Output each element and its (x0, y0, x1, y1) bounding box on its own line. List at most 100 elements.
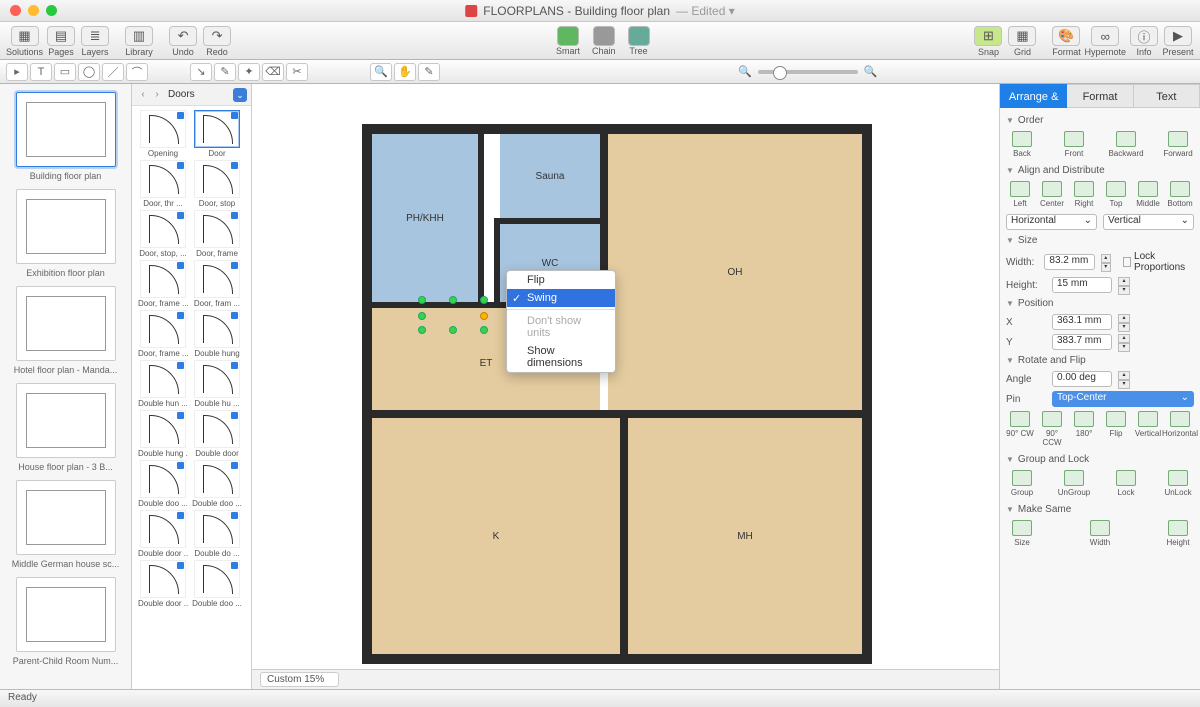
lib-shape[interactable]: Door, stop, ... (136, 210, 190, 258)
selected-door-shape[interactable] (422, 300, 484, 330)
lib-shape[interactable]: Door, thr ... (136, 160, 190, 208)
section-order[interactable]: Order (1006, 112, 1194, 129)
callout-tool[interactable]: ✎ (214, 63, 236, 81)
rotate-horizontal[interactable]: Horizontal (1166, 411, 1194, 447)
eyedropper-tool[interactable]: ✎ (418, 63, 440, 81)
order-back[interactable]: Back (1006, 131, 1038, 158)
lib-shape[interactable]: Double hun ... (136, 360, 190, 408)
canvas[interactable]: PH/KHH Sauna WC OH ET K MH (252, 84, 1000, 689)
angle-stepper[interactable]: ▴▾ (1118, 371, 1130, 387)
grp-group[interactable]: Group (1006, 470, 1038, 497)
page-thumb[interactable] (16, 577, 116, 652)
line-tool[interactable]: ／ (102, 63, 124, 81)
ctx-show-dimensions[interactable]: Show dimensions (507, 342, 615, 372)
rotate-90-cw[interactable]: 90° CW (1006, 411, 1034, 447)
distribute-vertical-select[interactable]: Vertical (1103, 214, 1194, 230)
lib-shape[interactable]: Opening (136, 110, 190, 158)
lib-shape[interactable]: Door, frame ... (136, 310, 190, 358)
lib-shape[interactable]: Door, stop (190, 160, 244, 208)
lib-shape[interactable]: Door, frame ... (136, 260, 190, 308)
lib-title[interactable]: Doors (164, 89, 233, 100)
lib-shape[interactable]: Door (190, 110, 244, 158)
room-sauna[interactable]: Sauna (500, 134, 600, 218)
order-forward[interactable]: Forward (1162, 131, 1194, 158)
lib-shape[interactable]: Double door ... (136, 560, 190, 608)
lib-shape[interactable]: Double doo ... (136, 460, 190, 508)
page-thumb[interactable] (16, 383, 116, 458)
ctx-dont-show-units[interactable]: Don't show units (507, 312, 615, 342)
grp-ungroup[interactable]: UnGroup (1058, 470, 1090, 497)
info-button[interactable]: ⓘInfo (1128, 24, 1160, 57)
grp-unlock[interactable]: UnLock (1162, 470, 1194, 497)
width-input[interactable]: 83.2 mm (1044, 254, 1095, 270)
same-width[interactable]: Width (1084, 520, 1116, 547)
page-thumb[interactable] (16, 480, 116, 555)
align-left[interactable]: Left (1006, 181, 1034, 208)
distribute-horizontal-select[interactable]: Horizontal (1006, 214, 1097, 230)
arc-tool[interactable]: ⌒ (126, 63, 148, 81)
lib-shape[interactable]: Double doo ... (190, 460, 244, 508)
page-thumb[interactable] (16, 286, 116, 361)
pointer-tool[interactable]: ▸ (6, 63, 28, 81)
align-top[interactable]: Top (1102, 181, 1130, 208)
grid-button[interactable]: ▦Grid (1006, 24, 1038, 57)
lib-shape[interactable]: Double hung ... (136, 410, 190, 458)
tab-arrange[interactable]: Arrange & Size (1000, 84, 1067, 108)
lib-back-button[interactable]: ‹ (136, 89, 150, 100)
rotate-90-ccw[interactable]: 90° CCW (1038, 411, 1066, 447)
minimize-window-button[interactable] (28, 5, 39, 16)
undo-button[interactable]: ↶Undo (167, 24, 199, 57)
floorplan-drawing[interactable]: PH/KHH Sauna WC OH ET K MH (362, 124, 872, 664)
lib-shape[interactable]: Double hung (190, 310, 244, 358)
zoom-tool[interactable]: 🔍 (370, 63, 392, 81)
order-front[interactable]: Front (1058, 131, 1090, 158)
mode-smart[interactable]: Smart (556, 26, 580, 56)
tab-format[interactable]: Format (1067, 84, 1133, 108)
lib-shape[interactable]: Double door ... (136, 510, 190, 558)
lib-fwd-button[interactable]: › (150, 89, 164, 100)
library-button[interactable]: ▥Library (123, 24, 155, 57)
align-right[interactable]: Right (1070, 181, 1098, 208)
zoom-window-button[interactable] (46, 5, 57, 16)
page-thumb[interactable] (16, 189, 116, 264)
height-stepper[interactable]: ▴▾ (1118, 277, 1130, 293)
tab-text[interactable]: Text (1134, 84, 1200, 108)
lib-shape[interactable]: Door, fram ... (190, 260, 244, 308)
rotate-vertical[interactable]: Vertical (1134, 411, 1162, 447)
rotate-180-[interactable]: 180° (1070, 411, 1098, 447)
snap-button[interactable]: ⊞Snap (972, 24, 1004, 57)
lib-shape[interactable]: Door, frame (190, 210, 244, 258)
zoom-out-icon[interactable]: 🔍 (738, 65, 752, 78)
eraser-tool[interactable]: ⌫ (262, 63, 284, 81)
text-tool[interactable]: T (30, 63, 52, 81)
pages-button[interactable]: ▤Pages (45, 24, 77, 57)
grp-lock[interactable]: Lock (1110, 470, 1142, 497)
pin-select[interactable]: Top-Center (1052, 391, 1194, 407)
zoom-level-select[interactable]: Custom 15% (260, 672, 339, 687)
room-ph[interactable]: PH/KHH (372, 134, 478, 302)
order-backward[interactable]: Backward (1110, 131, 1142, 158)
lock-proportions-checkbox[interactable] (1123, 257, 1131, 267)
lib-dropdown-button[interactable]: ⌄ (233, 88, 247, 102)
align-center[interactable]: Center (1038, 181, 1066, 208)
pos-y-stepper[interactable]: ▴▾ (1118, 334, 1130, 350)
lib-shape[interactable]: Double hu ... (190, 360, 244, 408)
mode-tree[interactable]: Tree (628, 26, 650, 56)
room-oh[interactable]: OH (608, 134, 862, 410)
same-size[interactable]: Size (1006, 520, 1038, 547)
close-window-button[interactable] (10, 5, 21, 16)
section-group[interactable]: Group and Lock (1006, 451, 1194, 468)
hand-tool[interactable]: ✋ (394, 63, 416, 81)
rotate-flip[interactable]: Flip (1102, 411, 1130, 447)
align-bottom[interactable]: Bottom (1166, 181, 1194, 208)
section-align[interactable]: Align and Distribute (1006, 162, 1194, 179)
cut-tool[interactable]: ✂ (286, 63, 308, 81)
present-button[interactable]: ▶Present (1162, 24, 1194, 57)
section-position[interactable]: Position (1006, 295, 1194, 312)
mode-chain[interactable]: Chain (592, 26, 616, 56)
lib-shape[interactable]: Double doo ... (190, 560, 244, 608)
lib-shape[interactable]: Double do ... (190, 510, 244, 558)
pos-x-stepper[interactable]: ▴▾ (1118, 314, 1130, 330)
redo-button[interactable]: ↷Redo (201, 24, 233, 57)
page-thumb[interactable] (16, 92, 116, 167)
